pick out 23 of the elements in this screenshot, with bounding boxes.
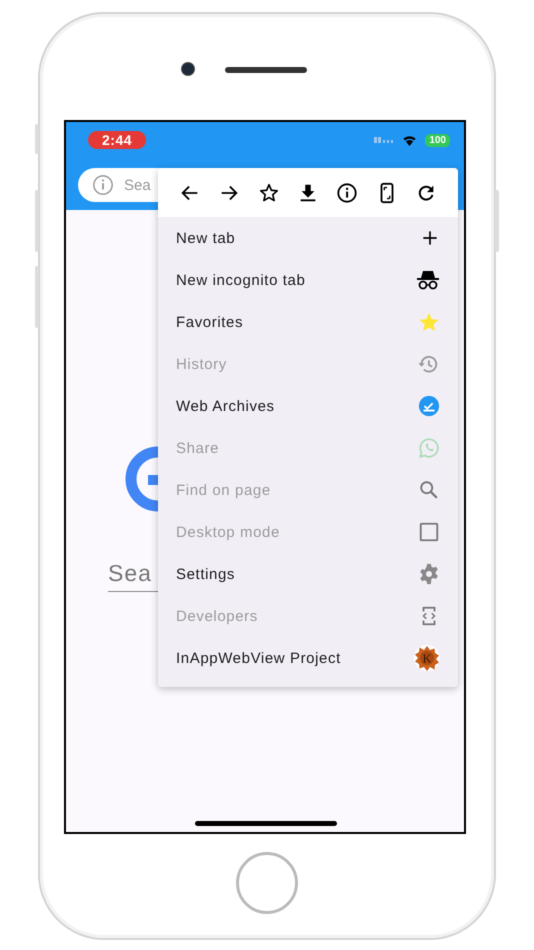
checkbox-icon: [418, 521, 440, 543]
avatar-logo: K: [414, 645, 440, 671]
menu-item[interactable]: Web Archives: [158, 385, 458, 427]
history-icon: [416, 353, 440, 375]
archive-check-icon: [418, 395, 440, 417]
menu-item[interactable]: InAppWebView Project K: [158, 637, 458, 679]
wifi-icon: [402, 134, 418, 146]
camera-icon: [181, 62, 195, 76]
menu-item[interactable]: New tab: [158, 217, 458, 259]
star-icon: [418, 311, 440, 333]
battery-level: 100: [425, 134, 450, 146]
menu-item[interactable]: Favorites: [158, 301, 458, 343]
info-icon: [336, 182, 358, 204]
info-icon: [92, 174, 114, 196]
chat-bubble-icon: [418, 437, 440, 459]
incognito-icon: [416, 269, 440, 291]
gear-icon: [418, 563, 440, 585]
status-time: 2:44: [88, 131, 146, 149]
signal-icon: [374, 137, 394, 143]
menu-item[interactable]: Settings: [158, 553, 458, 595]
search-icon: [418, 479, 440, 501]
star-icon: [258, 182, 280, 204]
menu-item[interactable]: New incognito tab: [158, 259, 458, 301]
